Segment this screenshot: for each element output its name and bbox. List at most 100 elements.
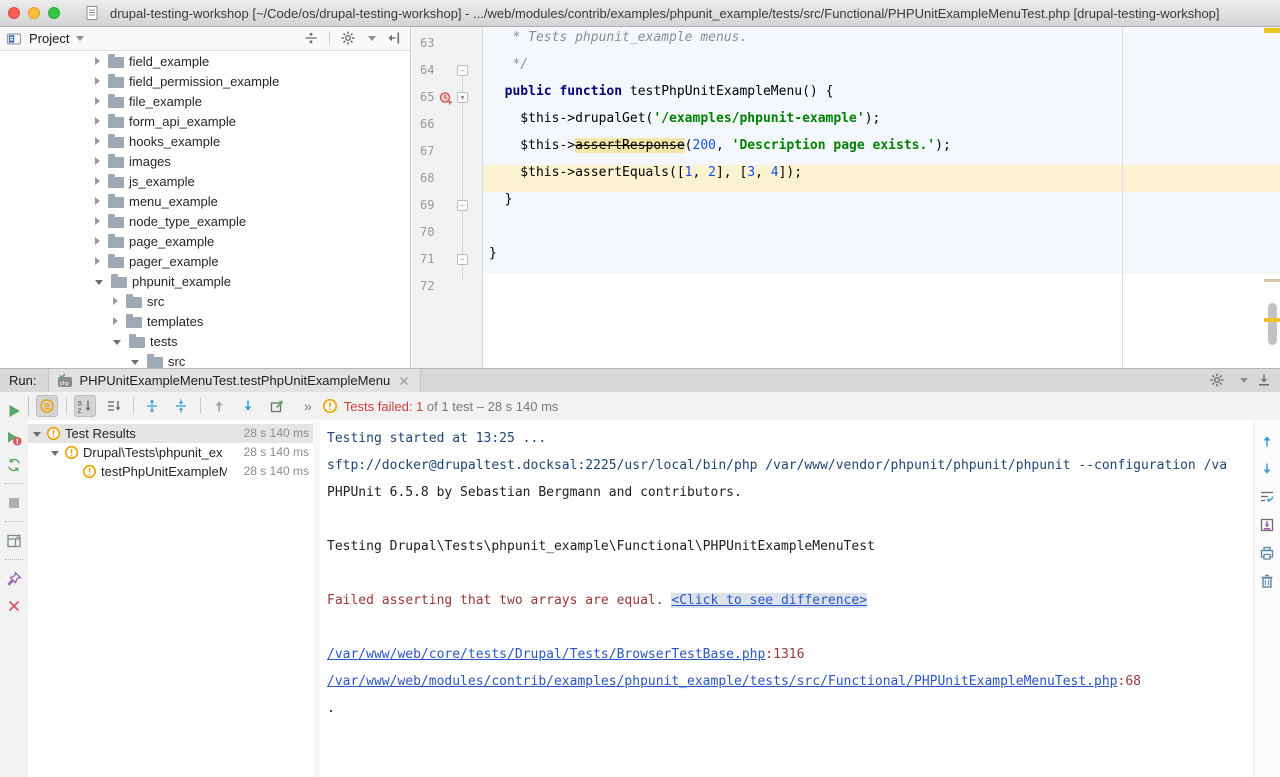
folder-icon: [129, 337, 145, 348]
hide-project-panel-icon[interactable]: [386, 30, 402, 46]
collapse-arrow-icon[interactable]: [33, 432, 41, 437]
expand-arrow-icon[interactable]: [95, 77, 100, 85]
tree-item-file_example[interactable]: file_example: [0, 91, 410, 111]
soft-wrap-toggle[interactable]: [1259, 489, 1275, 505]
toolbar-separator: [66, 398, 67, 414]
close-window-button[interactable]: [8, 7, 20, 19]
test-tree-row-1[interactable]: Test Results28 s 140 ms: [28, 424, 313, 443]
error-stripe-mark[interactable]: [1264, 28, 1280, 33]
tree-item-images[interactable]: images: [0, 151, 410, 171]
expand-arrow-icon[interactable]: [95, 57, 100, 65]
expand-arrow-icon[interactable]: [95, 137, 100, 145]
tree-item-label: form_api_example: [129, 114, 236, 129]
expand-arrow-icon[interactable]: [95, 237, 100, 245]
fold-marker-icon[interactable]: –: [457, 200, 468, 211]
tree-item-form_api_example[interactable]: form_api_example: [0, 111, 410, 131]
restore-layout-button[interactable]: [6, 533, 22, 549]
rerun-tests-button[interactable]: [6, 403, 22, 419]
print-button[interactable]: [1259, 545, 1275, 561]
zoom-window-button[interactable]: [48, 7, 60, 19]
folder-icon: [108, 57, 124, 68]
tree-item-phpunit_example[interactable]: phpunit_example: [0, 271, 410, 291]
show-ignored-toggle[interactable]: [36, 395, 58, 417]
console-text: .: [327, 701, 335, 716]
expand-arrow-icon[interactable]: [95, 197, 100, 205]
project-settings-icon[interactable]: [340, 30, 356, 46]
tree-item-field_example[interactable]: field_example: [0, 51, 410, 71]
tree-item-tests[interactable]: tests: [0, 331, 410, 351]
tree-item-menu_example[interactable]: menu_example: [0, 191, 410, 211]
clear-all-button[interactable]: [1259, 573, 1275, 589]
expand-arrow-icon[interactable]: [113, 317, 118, 325]
expand-arrow-icon[interactable]: [95, 117, 100, 125]
toolbar-separator: [200, 398, 201, 414]
pin-tab-button[interactable]: [6, 571, 22, 587]
minimize-window-button[interactable]: [28, 7, 40, 19]
rerun-failed-tests-button[interactable]: [6, 430, 22, 446]
previous-failed-test-button[interactable]: [208, 395, 230, 417]
console-link[interactable]: /var/www/web/core/tests/Drupal/Tests/Bro…: [327, 647, 765, 662]
chevron-down-icon[interactable]: [1240, 378, 1248, 383]
run-test-gutter-icon[interactable]: [438, 90, 454, 106]
editor-scrollbar-thumb[interactable]: [1268, 303, 1277, 345]
prev-occurrence-button[interactable]: [1259, 433, 1275, 449]
warning-stripe-mark[interactable]: [1264, 318, 1280, 322]
select-opened-file-icon[interactable]: [303, 30, 319, 46]
fold-marker-icon[interactable]: ▾: [457, 92, 468, 103]
collapse-arrow-icon[interactable]: [95, 280, 103, 285]
tree-item-js_example[interactable]: js_example: [0, 171, 410, 191]
console-link[interactable]: /var/www/web/modules/contrib/examples/ph…: [327, 674, 1118, 689]
run-tab-bar: Run: php PHPUnitExampleMenuTest.testPhpU…: [0, 369, 1280, 393]
run-tab[interactable]: php PHPUnitExampleMenuTest.testPhpUnitEx…: [48, 369, 421, 392]
expand-arrow-icon[interactable]: [95, 157, 100, 165]
code-token: assertResponse: [575, 138, 685, 153]
tree-item-label: file_example: [129, 94, 202, 109]
tree-item-pager_example[interactable]: pager_example: [0, 251, 410, 271]
warning-stripe-mark[interactable]: [1264, 279, 1280, 282]
tree-item-page_example[interactable]: page_example: [0, 231, 410, 251]
expand-all-button[interactable]: [141, 395, 163, 417]
collapse-arrow-icon[interactable]: [113, 340, 121, 345]
tree-item-hooks_example[interactable]: hooks_example: [0, 131, 410, 151]
sort-alphabetically-toggle[interactable]: az: [74, 395, 96, 417]
scroll-to-end-button[interactable]: [1259, 517, 1275, 533]
tree-console-splitter[interactable]: [313, 421, 320, 777]
import-export-test-results-button[interactable]: [266, 395, 288, 417]
tree-item-src[interactable]: src: [0, 291, 410, 311]
more-toolbar-chevron[interactable]: »: [304, 398, 312, 414]
next-failed-test-button[interactable]: [237, 395, 259, 417]
fold-marker-icon[interactable]: –: [457, 254, 468, 265]
tree-item-src[interactable]: src: [0, 351, 410, 368]
console-link[interactable]: <Click to see difference>: [671, 593, 867, 608]
test-tree-row-2[interactable]: Drupal\Tests\phpunit_ex28 s 140 ms: [28, 443, 313, 462]
tree-item-node_type_example[interactable]: node_type_example: [0, 211, 410, 231]
chevron-down-icon[interactable]: [368, 36, 376, 41]
test-runner-toolbar: az»Tests failed: 1 of 1 test – 28 s 140 …: [0, 392, 1280, 420]
sort-by-duration-toggle[interactable]: [103, 395, 125, 417]
test-tree-row-3[interactable]: testPhpUnitExampleM28 s 140 ms: [28, 462, 313, 481]
project-tree: field_examplefield_permission_examplefil…: [0, 51, 410, 368]
collapse-arrow-icon[interactable]: [131, 360, 139, 365]
console-line-9: /var/www/web/core/tests/Drupal/Tests/Bro…: [327, 641, 1253, 668]
hide-panel-icon[interactable]: [1256, 372, 1272, 388]
tree-item-label: node_type_example: [129, 214, 246, 229]
expand-arrow-icon[interactable]: [95, 217, 100, 225]
code-editor[interactable]: 63 * Tests phpunit_example menus.64– */6…: [412, 27, 1280, 368]
tree-item-field_permission_example[interactable]: field_permission_example: [0, 71, 410, 91]
run-settings-gear-icon[interactable]: [1209, 372, 1225, 388]
toggle-auto-test-button[interactable]: [6, 457, 22, 473]
expand-arrow-icon[interactable]: [95, 177, 100, 185]
fold-marker-icon[interactable]: –: [457, 65, 468, 76]
chevron-down-icon[interactable]: [76, 36, 84, 41]
expand-arrow-icon[interactable]: [113, 297, 118, 305]
close-run-panel-button[interactable]: [6, 598, 22, 614]
tree-item-templates[interactable]: templates: [0, 311, 410, 331]
project-panel-title[interactable]: Project: [29, 31, 69, 46]
next-occurrence-button[interactable]: [1259, 461, 1275, 477]
stop-button[interactable]: [6, 495, 22, 511]
expand-arrow-icon[interactable]: [95, 97, 100, 105]
expand-arrow-icon[interactable]: [95, 257, 100, 265]
collapse-all-button[interactable]: [170, 395, 192, 417]
close-tab-icon[interactable]: [396, 373, 412, 389]
collapse-arrow-icon[interactable]: [51, 451, 59, 456]
